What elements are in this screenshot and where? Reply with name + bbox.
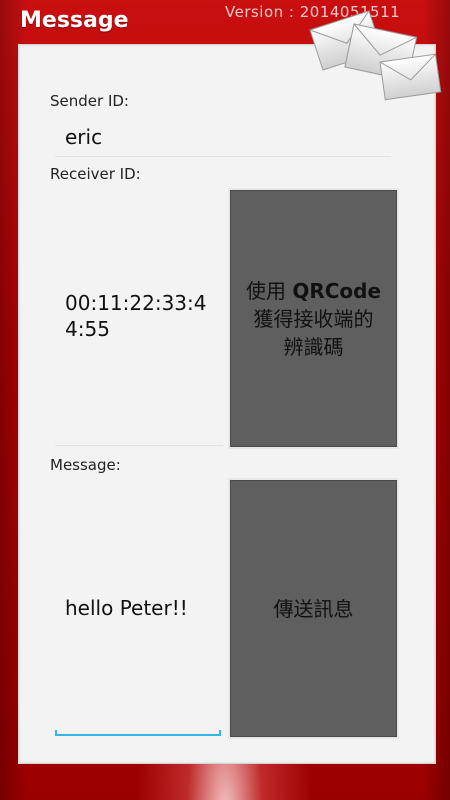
message-label: Message: [50,456,121,474]
message-input[interactable]: hello Peter!! [65,596,188,620]
content-panel: Sender ID: eric Receiver ID: 00:11:22:33… [18,44,436,764]
receiver-id-label: Receiver ID: [50,165,141,183]
sender-divider [55,156,391,157]
envelope-stack-icon [309,10,442,101]
send-message-button[interactable]: 傳送訊息 [230,480,397,737]
qr-button-keyword: QRCode [292,278,382,303]
message-input-underline [55,730,221,736]
sender-id-field[interactable]: eric [65,125,102,149]
receiver-divider [55,445,223,446]
qr-button-line2: 獲得接收端的 [253,306,374,331]
receiver-id-field[interactable]: 00:11:22:33:4 4:55 [65,291,215,341]
sender-id-label: Sender ID: [50,92,129,110]
send-button-label: 傳送訊息 [273,596,354,621]
receiver-id-line2: 4:55 [65,317,110,341]
qr-button-prefix: 使用 [245,278,293,303]
qr-button-line3: 辨識碼 [283,334,344,359]
qrcode-scan-button[interactable]: 使用 QRCode 獲得接收端的 辨識碼 [230,190,397,447]
app-title: Message [20,8,129,33]
receiver-id-line1: 00:11:22:33:4 [65,291,207,315]
